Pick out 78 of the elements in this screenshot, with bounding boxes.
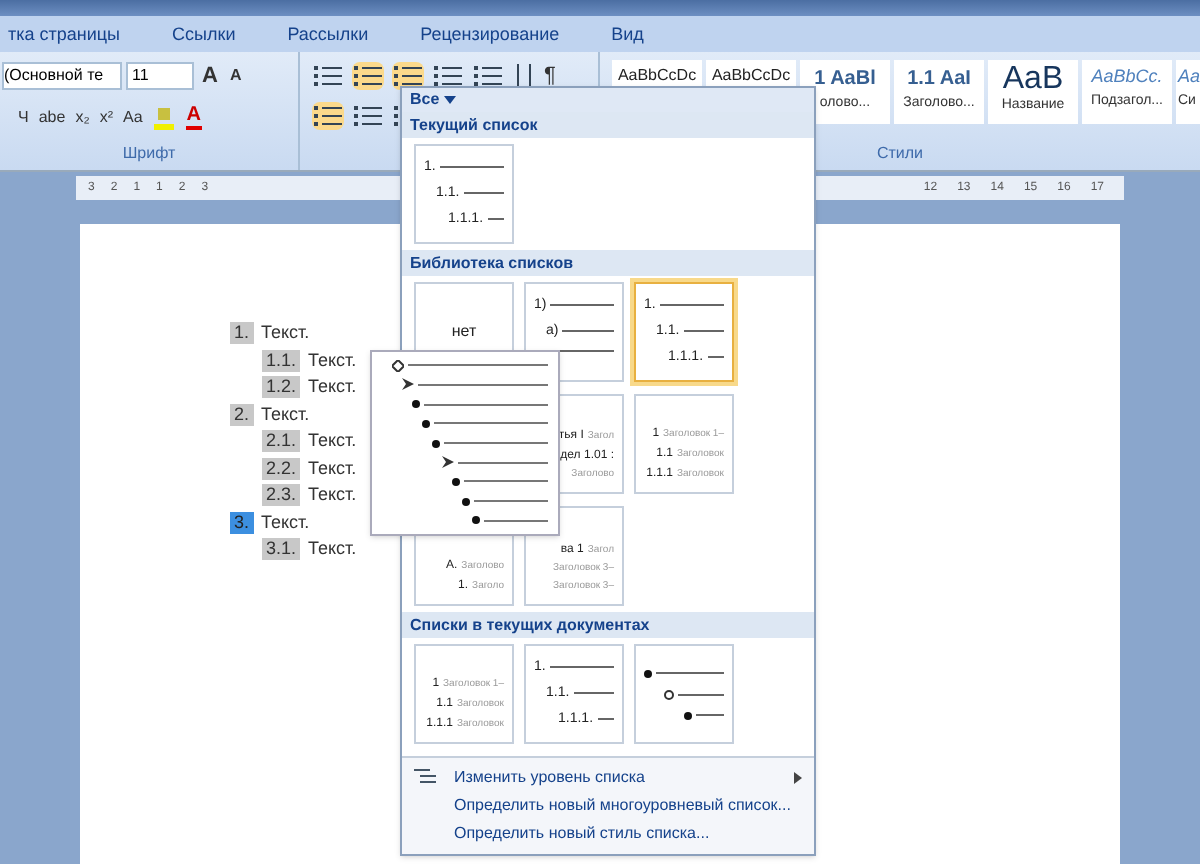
list-item-text: Текст. xyxy=(261,324,310,343)
dot-bullet-icon xyxy=(462,497,470,506)
diamond-bullet-icon xyxy=(392,359,404,372)
ribbon-tab[interactable]: Рассылки xyxy=(283,25,373,43)
list-item-text: Текст. xyxy=(308,540,357,559)
list-item-text: Текст. xyxy=(308,432,357,451)
caret-icon xyxy=(443,96,456,104)
numbering-button-icon[interactable] xyxy=(352,62,384,91)
font-size-field[interactable]: 11 xyxy=(126,62,194,91)
format-button[interactable]: x₂ xyxy=(75,109,90,125)
arrow-bullet-icon xyxy=(442,456,454,469)
font-color-button[interactable]: A xyxy=(186,105,202,129)
section-header: Текущий список xyxy=(402,112,814,138)
format-button[interactable]: Aa xyxy=(122,109,143,125)
circle-bullet-icon xyxy=(664,689,674,699)
rule-line xyxy=(549,666,614,668)
ribbon-tab[interactable]: Вид xyxy=(607,25,648,43)
indent-levels-icon xyxy=(414,768,438,788)
list-item-text: Текст. xyxy=(261,513,310,532)
list-number: 1.1. xyxy=(262,349,301,372)
dot-bullet-icon xyxy=(644,669,652,677)
dot-bullet-icon xyxy=(422,419,430,428)
rule-line xyxy=(597,718,614,720)
rule-line xyxy=(558,350,614,352)
list-thumbnail[interactable] xyxy=(634,644,734,744)
list-number: 3.1. xyxy=(262,538,301,561)
rule-line xyxy=(487,218,504,220)
menu-command[interactable]: Определить новый стиль списка... xyxy=(402,820,814,848)
dot-bullet-icon xyxy=(452,477,460,486)
rule-line xyxy=(696,714,724,716)
grow-font-button[interactable]: A xyxy=(198,60,222,93)
section-header: Списки в текущих документах xyxy=(402,612,814,638)
multilevel-list-button-icon[interactable] xyxy=(392,62,424,91)
group-label: Шрифт xyxy=(120,142,178,166)
dot-bullet-icon xyxy=(412,400,420,409)
ribbon-tab[interactable]: тка страницы xyxy=(4,25,125,43)
rule-line xyxy=(678,693,724,695)
list-number: 2.1. xyxy=(262,430,301,453)
rule-line xyxy=(707,356,724,358)
arrow-bullet-icon xyxy=(402,378,414,391)
group-label: Стили xyxy=(874,142,926,166)
list-number: 3. xyxy=(230,511,254,534)
ribbon-tab[interactable]: Рецензирование xyxy=(416,25,564,43)
rule-line xyxy=(463,192,504,194)
dot-bullet-icon xyxy=(432,439,440,447)
format-button[interactable]: x² xyxy=(99,109,113,125)
filter-dropdown[interactable]: Все xyxy=(402,88,814,112)
menu-command[interactable]: Определить новый многоуровневый список... xyxy=(402,792,814,820)
rule-line xyxy=(656,672,724,674)
list-item-text: Текст. xyxy=(308,351,357,370)
rule-line xyxy=(439,166,504,168)
list-number: 2.3. xyxy=(262,484,301,507)
menu-command[interactable]: Изменить уровень списка xyxy=(402,764,814,792)
dot-bullet-icon xyxy=(684,711,692,719)
list-number: 2.2. xyxy=(262,457,301,480)
rule-line xyxy=(683,330,724,332)
bullets-button-icon[interactable] xyxy=(312,62,344,91)
list-item-text: Текст. xyxy=(308,378,357,397)
list-item-text: Текст. xyxy=(308,486,357,505)
rule-line xyxy=(573,692,614,694)
rule-line xyxy=(562,330,614,332)
shrink-font-button[interactable]: A xyxy=(225,64,246,89)
list-item-text: Текст. xyxy=(261,405,310,424)
format-button[interactable]: abe xyxy=(38,109,66,125)
format-button[interactable]: Ч xyxy=(18,109,29,125)
font-name-field[interactable]: (Основной те xyxy=(2,62,122,91)
list-item-text: Текст. xyxy=(308,459,357,478)
list-number: 1.2. xyxy=(262,376,301,399)
list-number: 2. xyxy=(230,403,254,426)
list-number: 1. xyxy=(230,322,254,345)
rule-line xyxy=(550,304,614,306)
none-label: нет xyxy=(451,320,477,344)
rule-line xyxy=(659,304,724,306)
submenu-arrow-icon xyxy=(794,772,802,784)
ribbon-tab[interactable]: Ссылки xyxy=(168,25,240,43)
dot-bullet-icon xyxy=(472,516,480,525)
show-marks-button[interactable]: ¶ xyxy=(544,60,556,93)
section-header: Библиотека списков xyxy=(402,250,814,276)
